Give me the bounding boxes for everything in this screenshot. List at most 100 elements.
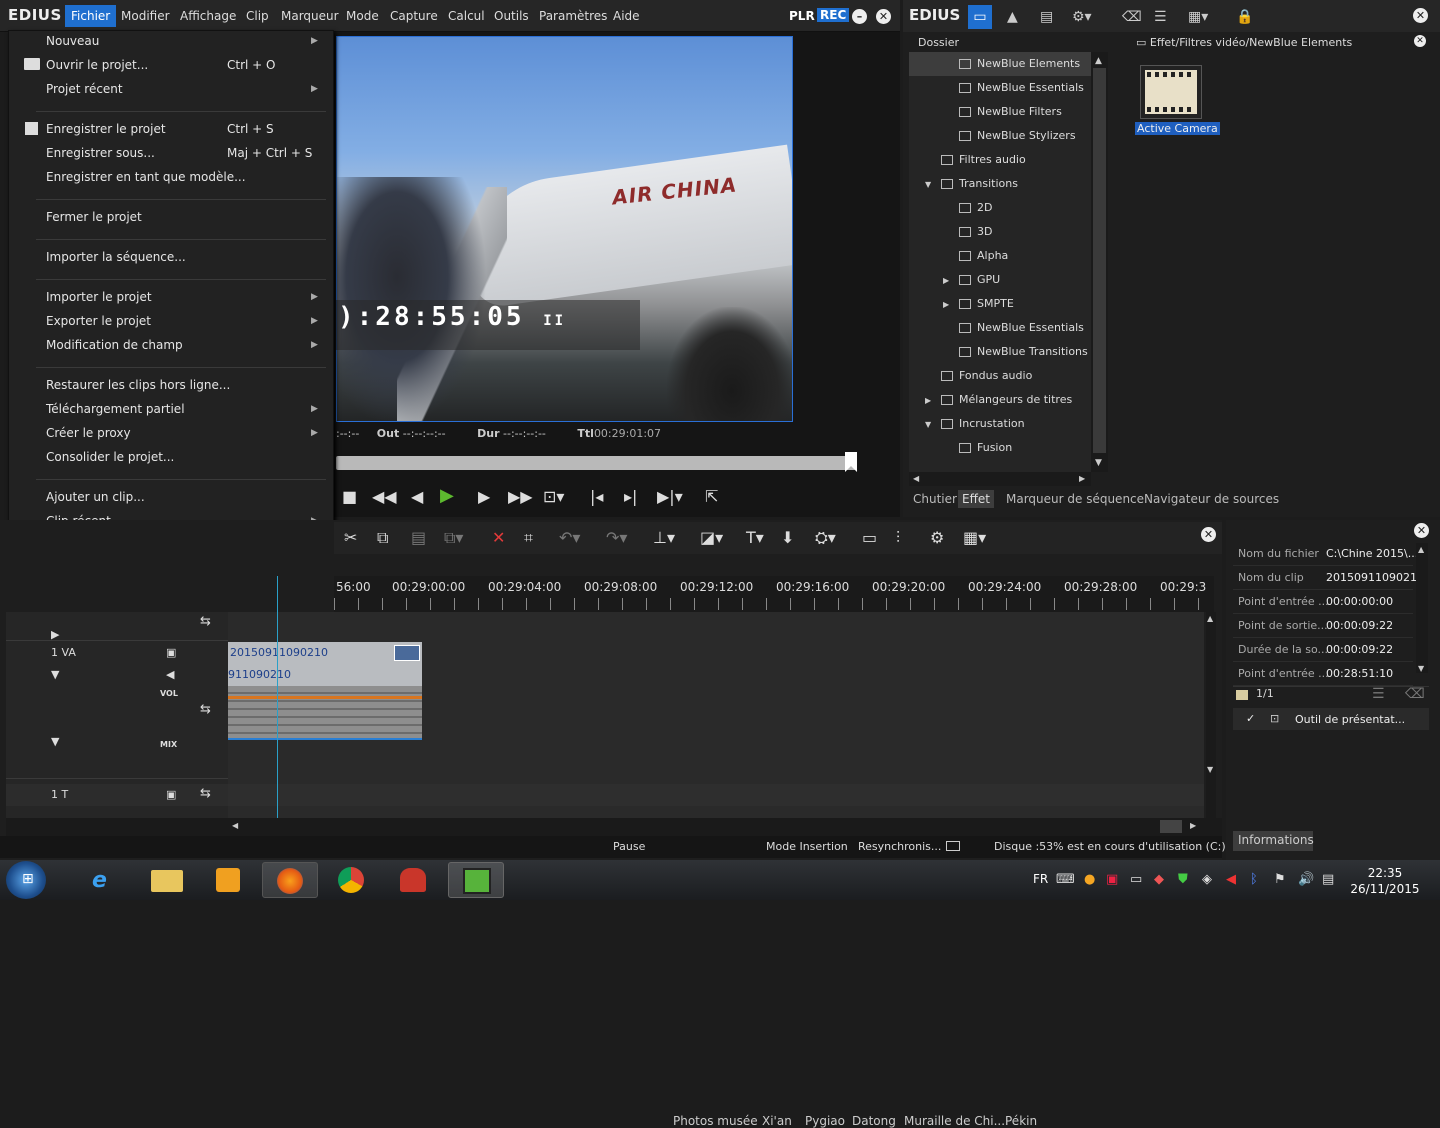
tree-item[interactable]: NewBlue Essentials (909, 76, 1091, 100)
tree-item[interactable]: ▶ Mélangeurs de titres (909, 388, 1091, 412)
status-mode[interactable]: Mode Insertion (766, 840, 848, 853)
tree-item[interactable]: NewBlue Stylizers (909, 124, 1091, 148)
tree-item[interactable]: NewBlue Filters (909, 100, 1091, 124)
vscroll-up-icon[interactable]: ▲ (1207, 614, 1213, 623)
tree-item[interactable]: Fondus audio (909, 364, 1091, 388)
render-icon[interactable]: ⬇ (781, 528, 794, 547)
sequence-tab[interactable]: Xi'an (762, 1114, 792, 1128)
tray-monitor-icon[interactable]: ▭ (1130, 872, 1142, 887)
ripple-delete-icon[interactable]: ⌗ (524, 528, 533, 548)
tree-expander-icon[interactable]: ▶ (943, 269, 959, 293)
file-menu-item[interactable]: Ajouter un clip... (46, 490, 145, 504)
tree-item[interactable]: Filtres audio (909, 148, 1091, 172)
sequence-tab[interactable]: Datong (852, 1114, 896, 1128)
va-track-label[interactable]: 1 VA (51, 646, 76, 659)
track-expand-icon[interactable]: ▶ (51, 628, 59, 641)
hscroll-thumb[interactable] (1160, 820, 1182, 833)
effects-tab[interactable]: Marqueur de séquence (1006, 492, 1144, 506)
timeline-hscroll[interactable] (6, 818, 1222, 836)
tree-item[interactable]: Alpha (909, 244, 1091, 268)
file-menu-item[interactable]: Importer le projet (46, 290, 152, 304)
render-options-icon[interactable]: ⛭▾ (815, 528, 836, 548)
mark-out-icon[interactable]: ▸| (624, 487, 637, 506)
audio-waveform[interactable] (228, 686, 422, 740)
scroll-left-icon[interactable]: ◀ (913, 474, 919, 483)
tree-hscrollbar[interactable] (909, 472, 1091, 486)
tree-item[interactable]: NewBlue Elements (909, 52, 1091, 76)
ccleaner-task[interactable] (386, 862, 442, 898)
scrub-bar[interactable] (336, 456, 856, 470)
fast-forward-icon[interactable]: ▶▶ (508, 487, 533, 506)
hscroll-left-icon[interactable]: ◀ (232, 821, 238, 830)
tree-scroll-thumb[interactable] (1093, 68, 1106, 453)
tree-item[interactable]: 3D (909, 220, 1091, 244)
video-clip[interactable]: 20150911090210 (228, 642, 422, 664)
info-scroll-down-icon[interactable]: ▼ (1418, 664, 1424, 673)
tray-shield-icon[interactable]: ⛊ (1178, 872, 1188, 887)
firefox-task[interactable] (262, 862, 318, 898)
delete-icon[interactable]: ⌫ (1122, 9, 1142, 25)
scroll-down-icon[interactable]: ▼ (1095, 458, 1102, 468)
clock[interactable]: 22:35 26/11/2015 (1340, 865, 1430, 897)
title-icon[interactable]: T▾ (746, 528, 764, 547)
file-menu-item[interactable]: Importer la séquence... (46, 250, 186, 264)
media-task[interactable] (200, 862, 256, 898)
folder-icon[interactable]: ▭ (968, 5, 992, 29)
file-menu-item[interactable]: Enregistrer en tant que modèle... (46, 170, 246, 184)
file-menu-item[interactable]: Fermer le projet (46, 210, 142, 224)
tree-expander-icon[interactable]: ▶ (943, 293, 959, 317)
filter-check-icon[interactable]: ✓ (1246, 712, 1255, 725)
explorer-task[interactable] (139, 862, 195, 898)
tree-item[interactable]: Fusion (909, 436, 1091, 460)
rewind-icon[interactable]: ◀◀ (372, 487, 397, 506)
mixer-icon[interactable]: ⫶ (896, 528, 900, 548)
file-menu-item[interactable]: Consolider le projet... (46, 450, 174, 464)
file-menu-item[interactable]: Enregistrer le projet (46, 122, 166, 136)
file-menu-item[interactable]: Modification de champ (46, 338, 183, 352)
timeline-cursor[interactable] (277, 576, 278, 818)
info-scroll-up-icon[interactable]: ▲ (1418, 545, 1424, 554)
timeline-vscroll[interactable] (1206, 612, 1216, 818)
file-menu-item[interactable]: Projet récent (46, 82, 123, 96)
audio-clip-label[interactable]: 911090210 (228, 664, 422, 686)
sync-icon[interactable]: ⇆ (200, 614, 211, 629)
tray-ccleaner-icon[interactable]: ◆ (1154, 872, 1164, 887)
play-icon[interactable]: ▶ (440, 485, 454, 506)
vol-label[interactable]: VOL (160, 689, 178, 698)
file-menu-item[interactable]: Téléchargement partiel (46, 402, 185, 416)
audio-toggle-icon[interactable]: ◀ (166, 668, 174, 681)
flag-icon[interactable]: ⚑ (1274, 872, 1286, 887)
toggle-icon[interactable]: ▭ (862, 528, 877, 547)
info-list-icon[interactable]: ☰ (1372, 686, 1385, 702)
rec-label[interactable]: REC (817, 8, 850, 22)
tree-item[interactable]: ▼ Transitions (909, 172, 1091, 196)
list-view-icon[interactable]: ☰ (1154, 9, 1167, 25)
file-menu-item[interactable]: Restaurer les clips hors ligne... (46, 378, 230, 392)
tray-flash-icon[interactable]: ▣ (1106, 872, 1118, 887)
menu-affichage[interactable]: Affichage (176, 9, 240, 23)
sequence-tab[interactable]: Pygiao (805, 1114, 845, 1128)
va-collapse-icon[interactable]: ▼ (51, 668, 59, 681)
cut-icon[interactable]: ✂ (344, 528, 357, 547)
file-menu-item[interactable]: Nouveau (46, 34, 99, 48)
tray-app-icon[interactable]: ● (1084, 872, 1095, 887)
mix-collapse-icon[interactable]: ▼ (51, 735, 59, 748)
chrome-task[interactable] (324, 862, 380, 898)
filter-label[interactable]: Outil de présentat... (1295, 713, 1405, 726)
tools-icon[interactable]: ⚙▾ (1072, 9, 1092, 25)
up-icon[interactable]: ▲ (1007, 9, 1018, 25)
hscroll-right-icon[interactable]: ▶ (1190, 821, 1196, 830)
mix-label[interactable]: MIX (160, 740, 177, 749)
sequence-tab[interactable]: Photos musée (673, 1114, 758, 1128)
lock-icon[interactable]: 🔒 (1236, 9, 1253, 25)
tree-item[interactable]: NewBlue Transitions (909, 340, 1091, 364)
menu-capture[interactable]: Capture (386, 9, 442, 23)
language-indicator[interactable]: FR (1033, 872, 1048, 886)
keyboard-icon[interactable]: ⌨ (1056, 872, 1075, 887)
volume-line[interactable] (228, 696, 422, 699)
timeline-close-icon[interactable]: ✕ (1201, 527, 1216, 542)
sync-icon[interactable]: ⇆ (200, 702, 211, 717)
menu-marqueur[interactable]: Marqueur (277, 9, 343, 23)
settings-icon[interactable]: ⚙ (930, 528, 944, 547)
tree-expander-icon[interactable]: ▼ (925, 173, 941, 197)
